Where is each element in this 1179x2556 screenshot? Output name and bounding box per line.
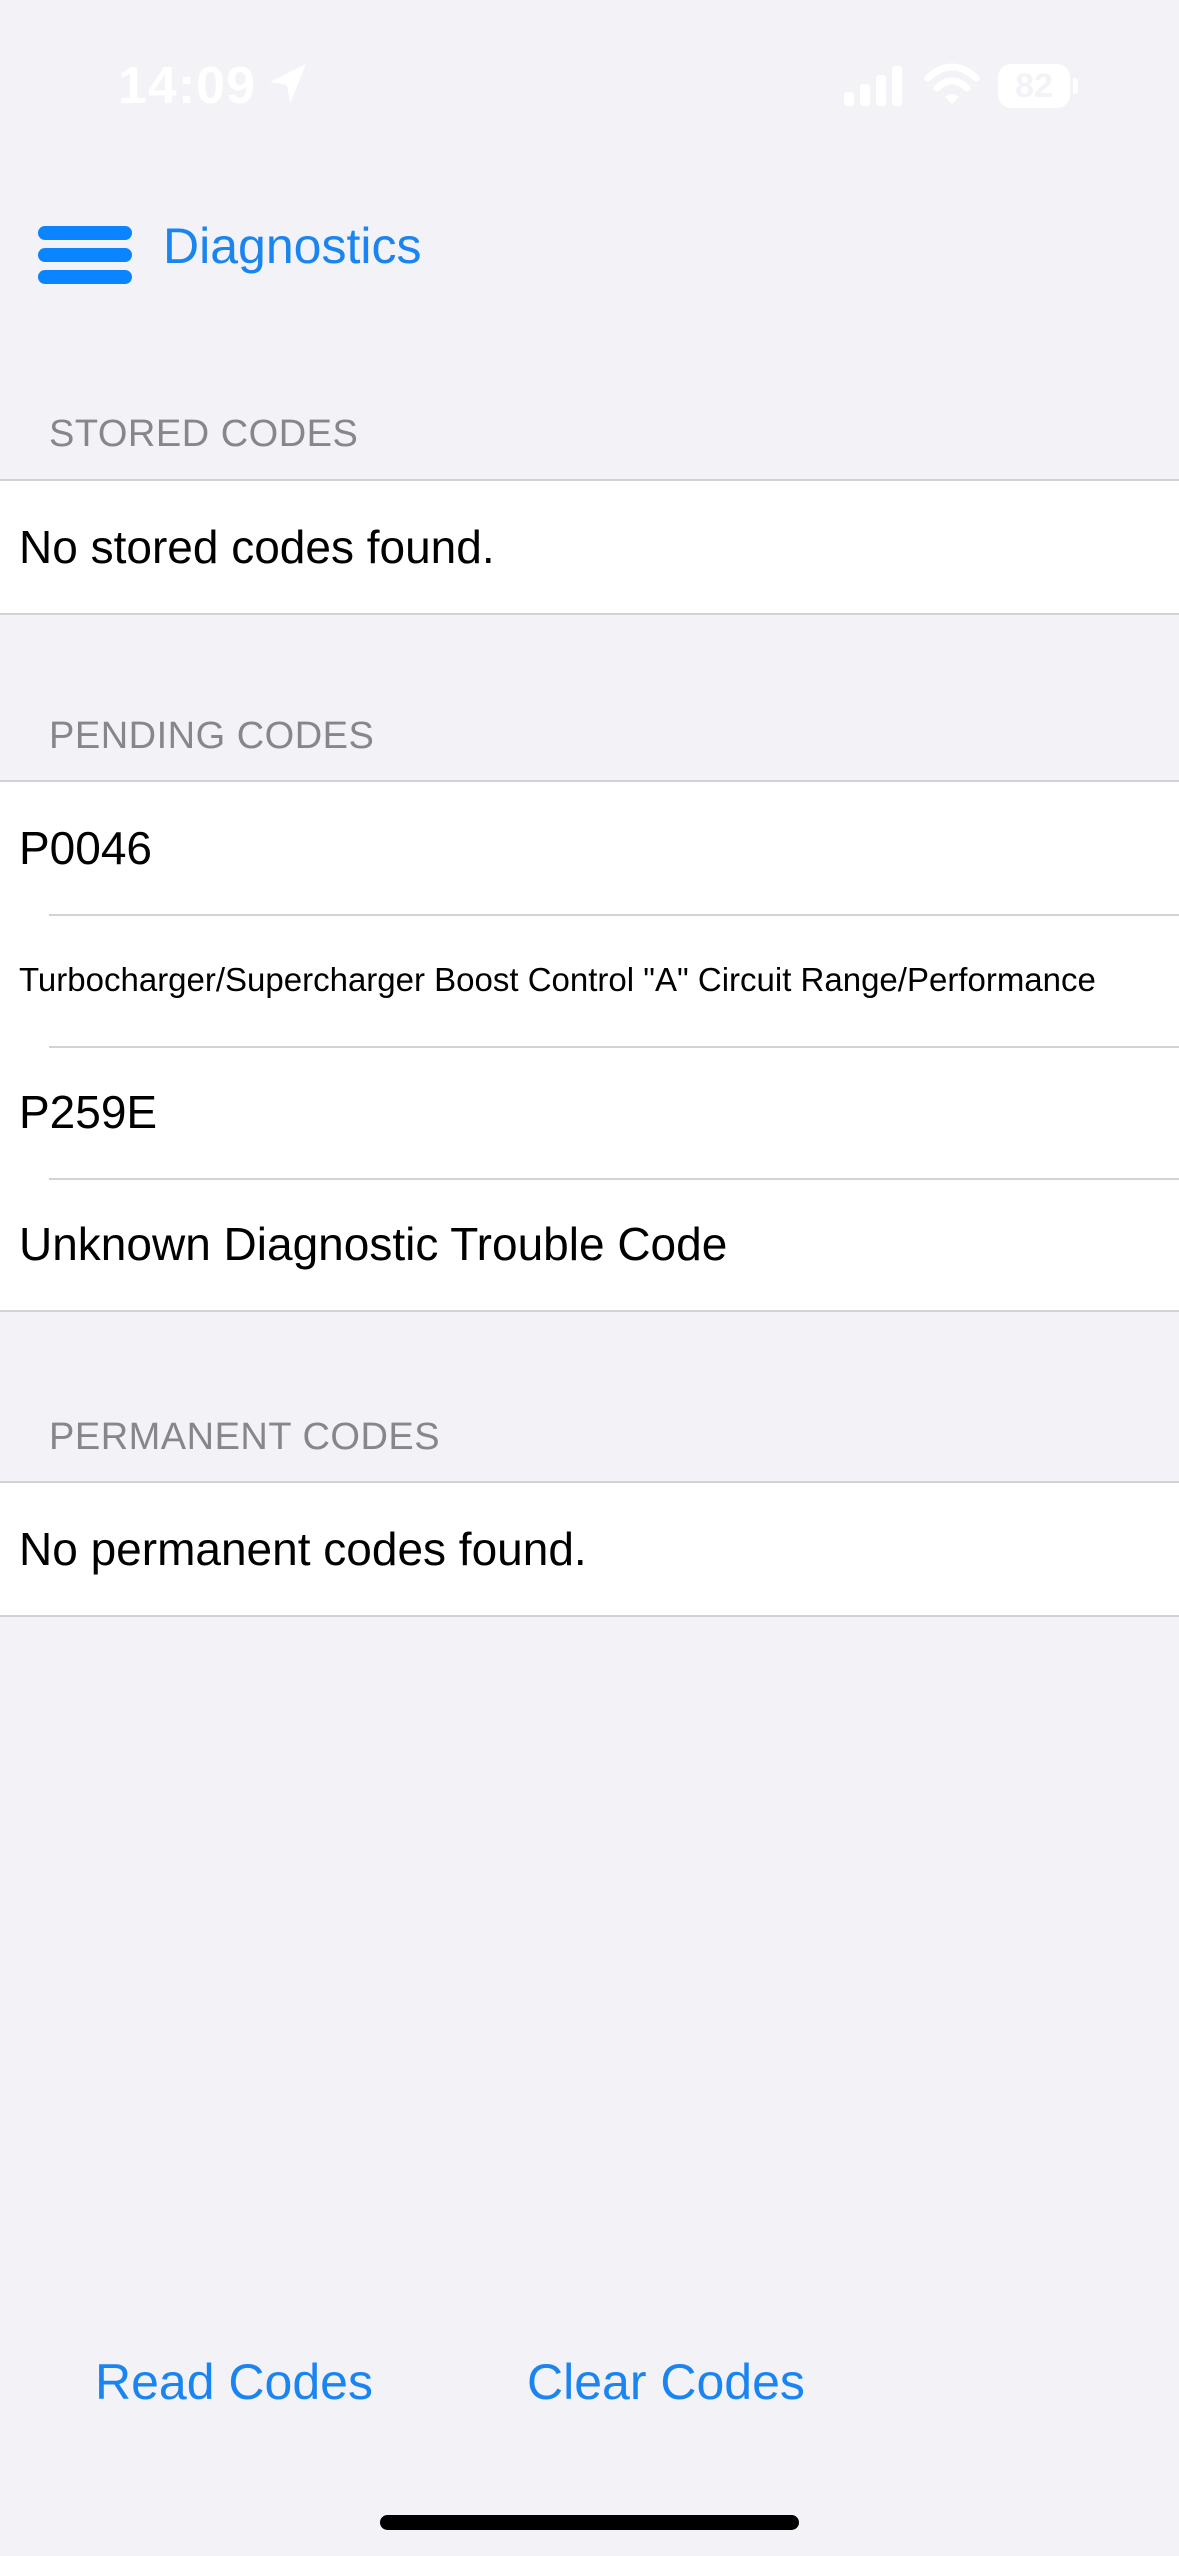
hamburger-menu-icon[interactable]	[38, 208, 134, 284]
nav-bar: Diagnostics	[0, 190, 1179, 300]
list-item-description[interactable]: Unknown Diagnostic Trouble Code	[0, 1178, 1179, 1310]
read-codes-button[interactable]: Read Codes	[95, 2352, 373, 2412]
section-header-stored: STORED CODES	[49, 413, 359, 455]
battery-level: 82	[1015, 67, 1053, 105]
list-item: No permanent codes found.	[19, 1523, 587, 1575]
pending-codes-group: P0046 Turbocharger/Supercharger Boost Co…	[0, 780, 1179, 1312]
list-item-code[interactable]: P259E	[0, 1046, 1179, 1178]
cellular-signal-icon	[844, 66, 902, 106]
nav-title[interactable]: Diagnostics	[163, 216, 421, 276]
battery-body: 82	[998, 64, 1070, 108]
battery-tip	[1073, 78, 1078, 94]
status-time: 14:09	[118, 57, 256, 115]
list-item-code[interactable]: P0046	[0, 782, 1179, 914]
list-item-description[interactable]: Turbocharger/Supercharger Boost Control …	[0, 914, 1179, 1046]
wifi-icon	[924, 63, 980, 104]
clear-codes-button[interactable]: Clear Codes	[527, 2352, 805, 2412]
home-indicator	[380, 2515, 799, 2530]
permanent-codes-group: No permanent codes found.	[0, 1481, 1179, 1617]
status-bar: 14:09 82	[0, 0, 1179, 170]
bottom-toolbar: Read Codes Clear Codes	[0, 2340, 1179, 2430]
stored-codes-group: No stored codes found.	[0, 479, 1179, 615]
section-header-permanent: PERMANENT CODES	[49, 1416, 441, 1458]
battery-icon: 82	[998, 64, 1078, 108]
list-item: No stored codes found.	[19, 521, 495, 573]
section-header-pending: PENDING CODES	[49, 715, 375, 757]
location-arrow-icon	[270, 64, 306, 104]
